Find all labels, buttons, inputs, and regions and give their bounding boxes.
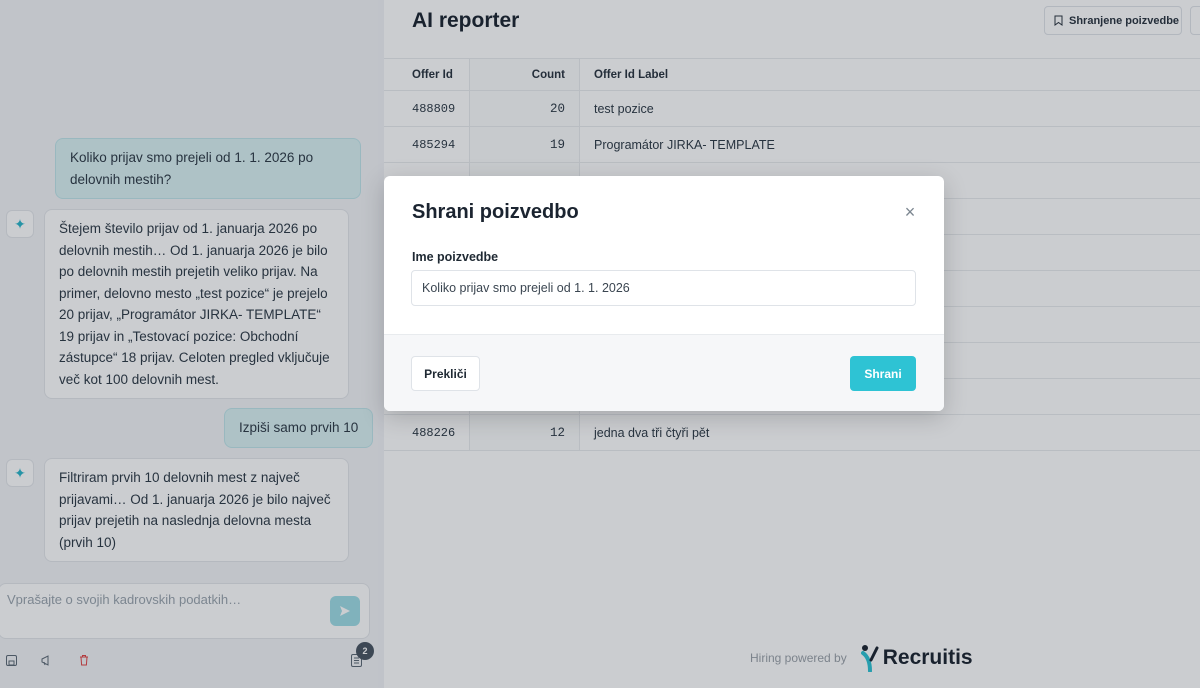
dialog-footer: Prekliči Shrani	[384, 334, 944, 411]
save-query-dialog: Shrani poizvedbo × Ime poizvedbe Preklič…	[384, 176, 944, 411]
close-icon[interactable]: ×	[902, 203, 918, 221]
query-name-input[interactable]	[411, 270, 916, 306]
save-button[interactable]: Shrani	[850, 356, 916, 391]
dialog-title: Shrani poizvedbo	[412, 201, 579, 223]
cancel-button[interactable]: Prekliči	[411, 356, 480, 391]
query-name-label: Ime poizvedbe	[412, 250, 499, 264]
